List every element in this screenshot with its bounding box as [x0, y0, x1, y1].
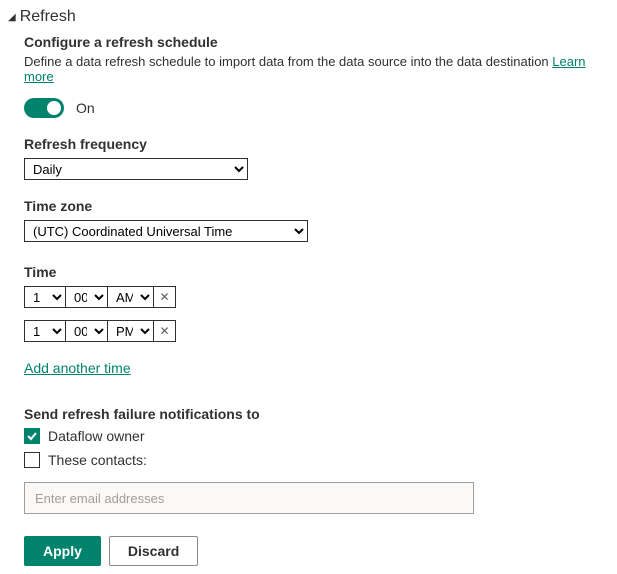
add-time-link[interactable]: Add another time	[24, 360, 131, 376]
description-text: Define a data refresh schedule to import…	[24, 54, 552, 69]
notify-label: Send refresh failure notifications to	[24, 406, 609, 422]
owner-checkbox[interactable]	[24, 428, 40, 444]
checkmark-icon	[26, 430, 38, 442]
apply-button[interactable]: Apply	[24, 536, 101, 566]
section-title: Refresh	[20, 8, 76, 26]
discard-button[interactable]: Discard	[109, 536, 198, 566]
minute-select[interactable]: 00	[66, 320, 108, 342]
schedule-toggle[interactable]	[24, 98, 64, 118]
collapse-triangle-icon: ◢	[8, 12, 16, 23]
toggle-state-label: On	[76, 100, 95, 116]
time-row: 1 00 AM ✕	[24, 286, 609, 308]
contacts-checkbox[interactable]	[24, 452, 40, 468]
frequency-select[interactable]: Daily	[24, 158, 248, 180]
ampm-select[interactable]: PM	[108, 320, 154, 342]
section-header[interactable]: ◢ Refresh	[8, 8, 609, 26]
timezone-select[interactable]: (UTC) Coordinated Universal Time	[24, 220, 308, 242]
timezone-label: Time zone	[24, 198, 609, 214]
frequency-label: Refresh frequency	[24, 136, 609, 152]
time-row: 1 00 PM ✕	[24, 320, 609, 342]
remove-time-button[interactable]: ✕	[154, 286, 176, 308]
remove-time-button[interactable]: ✕	[154, 320, 176, 342]
ampm-select[interactable]: AM	[108, 286, 154, 308]
close-icon: ✕	[159, 290, 169, 304]
toggle-thumb	[47, 101, 61, 115]
minute-select[interactable]: 00	[66, 286, 108, 308]
contacts-checkbox-label: These contacts:	[48, 452, 147, 468]
owner-checkbox-label: Dataflow owner	[48, 428, 145, 444]
hour-select[interactable]: 1	[24, 286, 66, 308]
description: Define a data refresh schedule to import…	[24, 54, 609, 84]
hour-select[interactable]: 1	[24, 320, 66, 342]
subheading: Configure a refresh schedule	[24, 34, 609, 50]
time-label: Time	[24, 264, 609, 280]
contacts-email-input[interactable]	[24, 482, 474, 514]
close-icon: ✕	[159, 324, 169, 338]
